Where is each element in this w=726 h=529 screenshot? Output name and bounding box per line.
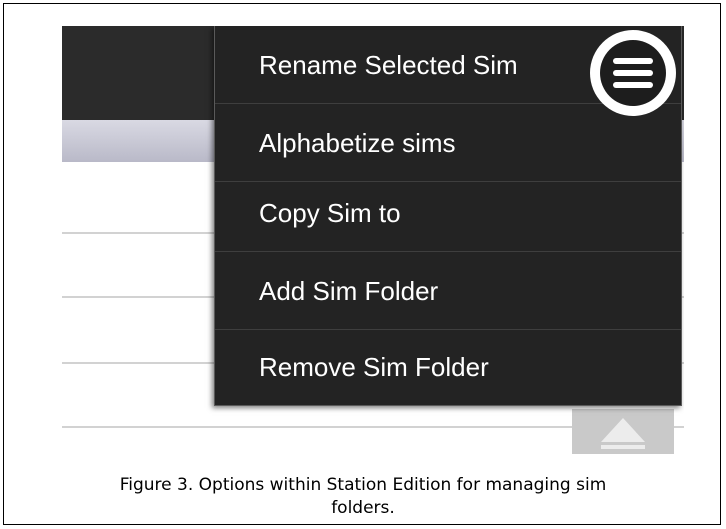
- scroll-up-button[interactable]: [572, 409, 674, 454]
- figure-frame: Rename Selected Sim Alphabetize sims Cop…: [3, 3, 721, 525]
- menu-item-remove-sim-folder[interactable]: Remove Sim Folder: [215, 328, 681, 406]
- up-arrow-icon: [601, 418, 645, 442]
- up-arrow-base: [601, 445, 645, 449]
- hamburger-icon: [613, 58, 653, 88]
- menu-toggle-button[interactable]: [590, 30, 676, 116]
- caption-line-2: folders.: [331, 498, 395, 518]
- figure-caption: Figure 3. Options within Station Edition…: [4, 474, 722, 520]
- caption-line-1: Figure 3. Options within Station Edition…: [119, 475, 607, 495]
- menu-item-add-sim-folder[interactable]: Add Sim Folder: [215, 252, 681, 330]
- app-screenshot: Rename Selected Sim Alphabetize sims Cop…: [62, 26, 684, 454]
- menu-item-copy-sim-to[interactable]: Copy Sim to: [215, 174, 681, 252]
